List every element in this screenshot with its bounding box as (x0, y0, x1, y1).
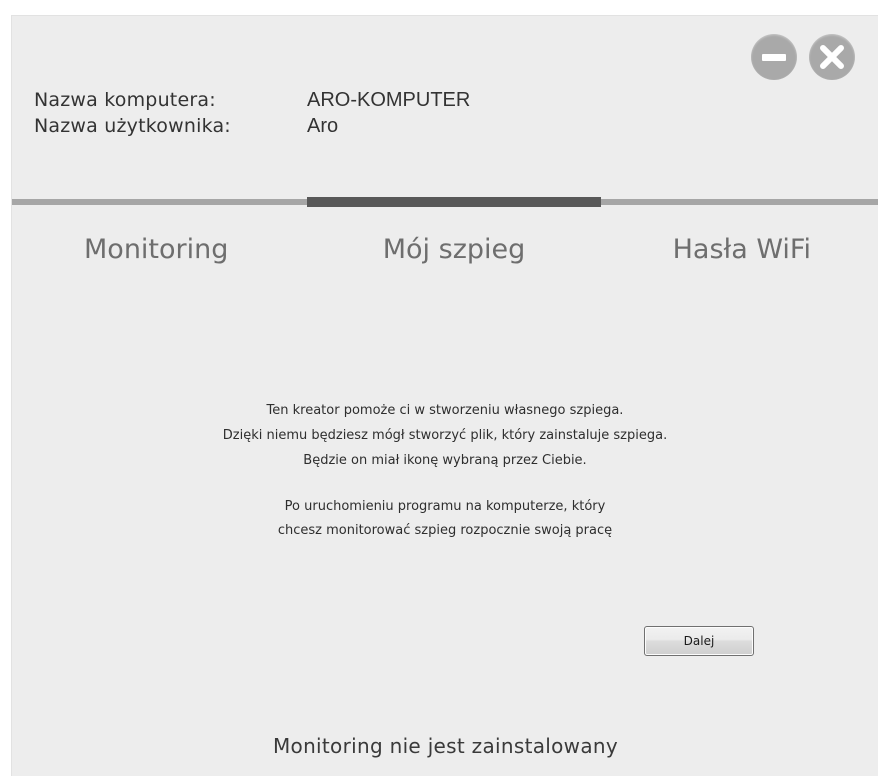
minimize-icon (762, 54, 786, 61)
close-icon (820, 45, 844, 69)
active-tab-indicator (307, 197, 601, 207)
user-name-value: Aro (307, 115, 339, 137)
tab-indicator-bar (12, 197, 878, 207)
user-name-label: Nazwa użytkownika: (34, 115, 231, 137)
computer-name-label: Nazwa komputera: (34, 89, 216, 111)
description-line: Po uruchomieniu programu na komputerze, … (284, 499, 606, 514)
description-line: Ten kreator pomoże ci w stworzeniu własn… (266, 403, 624, 418)
next-button[interactable]: Dalej (644, 626, 754, 656)
description-line: Będzie on miał ikonę wybraną przez Ciebi… (303, 453, 587, 468)
tab-wifi-passwords[interactable]: Hasła WiFi (601, 234, 878, 265)
close-button[interactable] (809, 34, 855, 80)
main-window: Nazwa komputera: ARO-KOMPUTER Nazwa użyt… (11, 15, 878, 776)
tab-my-spy[interactable]: Mój szpieg (307, 234, 601, 265)
description-line: chcesz monitorować szpieg rozpocznie swo… (277, 523, 613, 538)
status-text: Monitoring nie jest zainstalowany (272, 734, 618, 758)
description-line: Dzięki niemu będziesz mógł stworzyć plik… (222, 428, 668, 443)
minimize-button[interactable] (751, 34, 797, 80)
computer-name-value: ARO-KOMPUTER (307, 89, 471, 111)
tab-monitoring[interactable]: Monitoring (36, 234, 296, 265)
